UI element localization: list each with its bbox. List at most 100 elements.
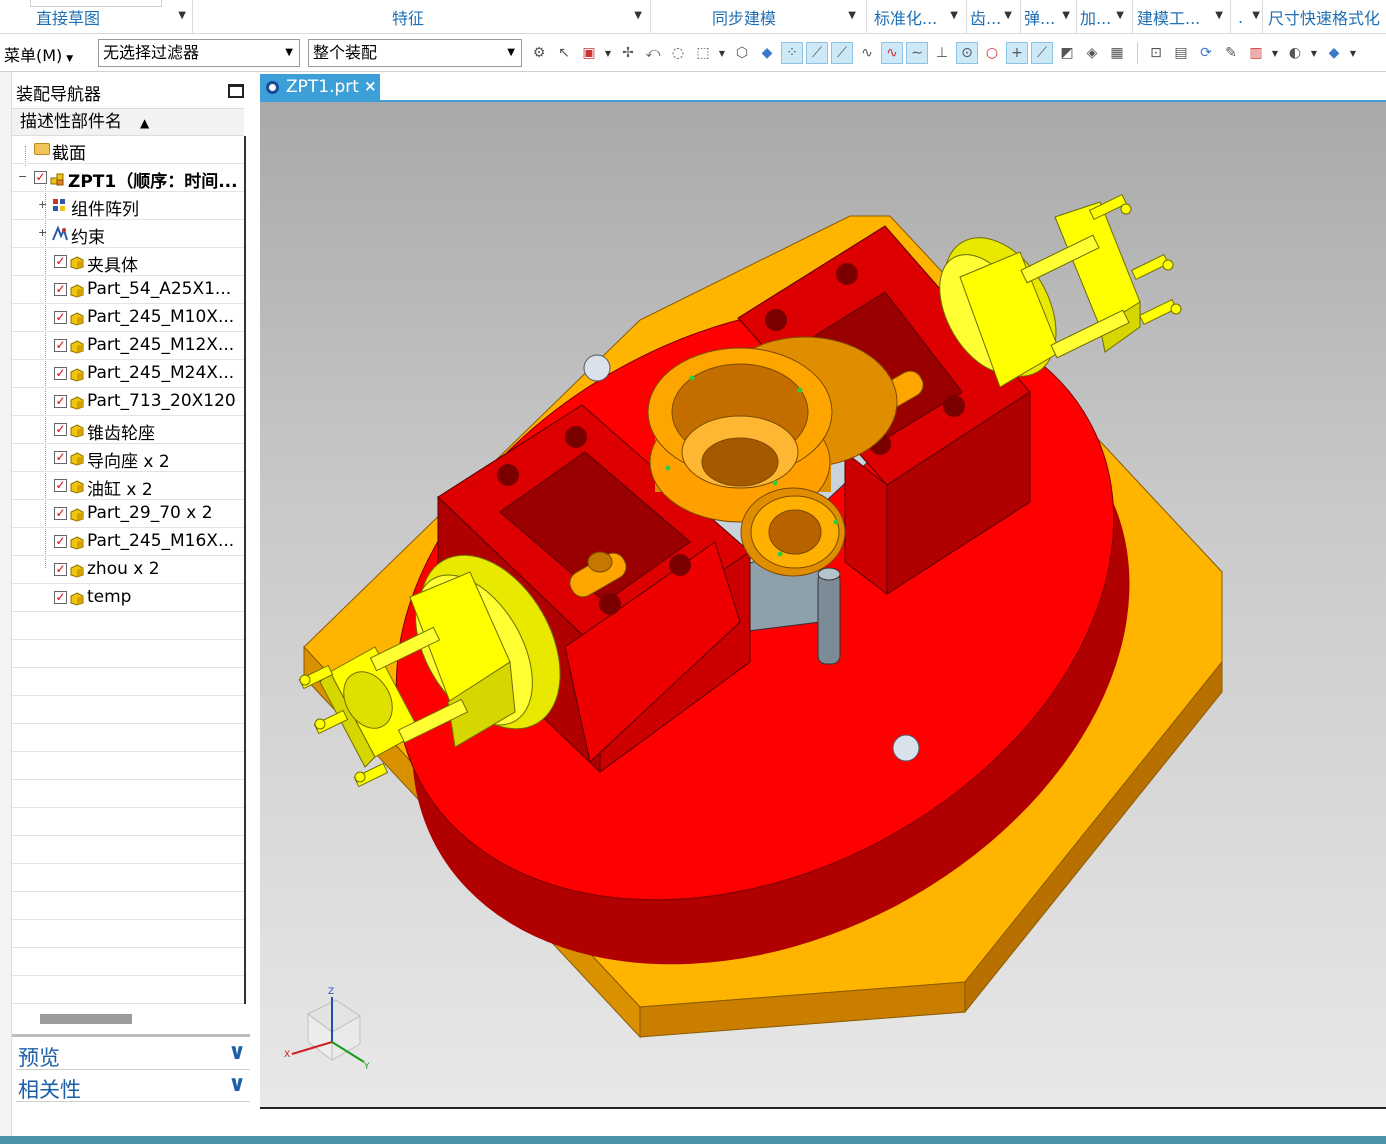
intersect-icon[interactable]: ⊥ bbox=[931, 42, 953, 64]
lasso-icon[interactable]: ◌ bbox=[667, 42, 689, 64]
chevron-down-icon[interactable]: ▼ bbox=[950, 10, 958, 21]
rotate-icon[interactable]: ⤺ bbox=[642, 42, 664, 64]
refresh-icon[interactable]: ⟳ bbox=[1195, 42, 1217, 64]
view-triad[interactable]: Z X Y bbox=[284, 987, 370, 1072]
tree-row-section[interactable]: 截面 bbox=[12, 136, 244, 164]
chevron-down-icon[interactable]: ▼ bbox=[1252, 10, 1260, 21]
ribbon-group-spring[interactable]: 弹... ▼ bbox=[1024, 0, 1076, 34]
cross-point-icon[interactable]: + bbox=[1006, 42, 1028, 64]
tree-row-part[interactable]: ✓ Part_54_A25X1... bbox=[12, 276, 244, 304]
ribbon-group-gear[interactable]: 齿... ▼ bbox=[970, 0, 1018, 34]
visibility-checkbox[interactable]: ✓ bbox=[54, 367, 67, 380]
column-header-part-name[interactable]: 描述性部件名 ▲ bbox=[12, 108, 244, 136]
visibility-checkbox[interactable]: ✓ bbox=[54, 339, 67, 352]
chevron-down-icon[interactable]: ▼ bbox=[1004, 10, 1012, 21]
chevron-down-icon[interactable]: ▼ bbox=[603, 42, 613, 64]
visibility-checkbox[interactable]: ✓ bbox=[54, 479, 67, 492]
tree-row-part[interactable]: ✓ Part_245_M12X... bbox=[12, 332, 244, 360]
tree-row-part[interactable]: ✓ Part_245_M24X... bbox=[12, 360, 244, 388]
chevron-down-icon[interactable]: ▼ bbox=[717, 42, 727, 64]
expand-icon[interactable]: + bbox=[38, 227, 47, 238]
render-icon[interactable]: ▤ bbox=[1170, 42, 1192, 64]
tree-row-part[interactable]: ✓ temp bbox=[12, 584, 244, 612]
view-fit-icon[interactable]: ⊡ bbox=[1145, 42, 1167, 64]
tab-zpt1[interactable]: ZPT1.prt × bbox=[260, 74, 380, 102]
visibility-checkbox[interactable]: ✓ bbox=[54, 395, 67, 408]
maximize-icon[interactable] bbox=[228, 84, 244, 98]
ribbon-group-direct-sketch[interactable]: 直接草图 ▼ bbox=[36, 0, 192, 34]
tree-row-part[interactable]: ✓ zhou x 2 bbox=[12, 556, 244, 584]
snap-icon[interactable]: ⚙ bbox=[528, 42, 550, 64]
solid-body-icon[interactable]: ⬡ bbox=[731, 42, 753, 64]
visibility-checkbox[interactable]: ✓ bbox=[34, 171, 47, 184]
expand-icon[interactable]: + bbox=[38, 199, 47, 210]
chevron-down-icon[interactable]: ∨ bbox=[228, 1040, 246, 1065]
edge-icon[interactable]: ⟋ bbox=[831, 42, 853, 64]
visibility-checkbox[interactable]: ✓ bbox=[54, 507, 67, 520]
cube-icon[interactable]: ◆ bbox=[756, 42, 778, 64]
spline-icon[interactable]: ∿ bbox=[881, 42, 903, 64]
move-icon[interactable]: ✢ bbox=[617, 42, 639, 64]
select-box-icon[interactable]: ▣ bbox=[578, 42, 600, 64]
selection-scope-dropdown[interactable]: 整个装配 ▼ bbox=[308, 39, 522, 67]
chevron-down-icon[interactable]: ▼ bbox=[848, 10, 856, 21]
chevron-down-icon[interactable]: ▼ bbox=[1215, 10, 1223, 21]
collapse-icon[interactable]: − bbox=[18, 171, 27, 182]
chevron-down-icon[interactable]: ∨ bbox=[228, 1072, 246, 1097]
tree-row-part[interactable]: ✓ 导向座 x 2 bbox=[12, 444, 244, 472]
grid-icon[interactable]: ▦ bbox=[1106, 42, 1128, 64]
wave-icon[interactable]: ∼ bbox=[906, 42, 928, 64]
visibility-checkbox[interactable]: ✓ bbox=[54, 255, 67, 268]
visibility-checkbox[interactable]: ✓ bbox=[54, 311, 67, 324]
paint-icon[interactable]: ✎ bbox=[1220, 42, 1242, 64]
dependencies-panel-header[interactable]: 相关性 ∨ bbox=[16, 1072, 250, 1102]
selection-filter-dropdown[interactable]: 无选择过滤器 ▼ bbox=[98, 39, 300, 67]
assembly-model[interactable]: Z X Y bbox=[260, 102, 1386, 1107]
ribbon-group-dimension-format[interactable]: 尺寸快速格式化 bbox=[1268, 0, 1386, 34]
ribbon-group-modeling-tools[interactable]: 建模工... ▼ bbox=[1137, 0, 1229, 34]
preview-panel-header[interactable]: 预览 ∨ bbox=[16, 1040, 250, 1070]
tree-row-constraints[interactable]: + 约束 bbox=[12, 220, 244, 248]
curve-icon[interactable]: ∿ bbox=[856, 42, 878, 64]
chevron-down-icon[interactable]: ▼ bbox=[1270, 42, 1280, 64]
ribbon-group-feature[interactable]: 特征 ▼ bbox=[392, 0, 648, 34]
tree-row-part[interactable]: ✓ Part_245_M16X... bbox=[12, 528, 244, 556]
visibility-checkbox[interactable]: ✓ bbox=[54, 591, 67, 604]
line-icon[interactable]: ⟋ bbox=[806, 42, 828, 64]
chevron-down-icon[interactable]: ▼ bbox=[178, 10, 186, 21]
plane-icon[interactable]: ◈ bbox=[1081, 42, 1103, 64]
rectangle-select-icon[interactable]: ⬚ bbox=[692, 42, 714, 64]
center-point-icon[interactable]: ⊙ bbox=[956, 42, 978, 64]
cube-view-icon[interactable]: ◆ bbox=[1323, 42, 1345, 64]
tree-row-part[interactable]: ✓ 油缸 x 2 bbox=[12, 472, 244, 500]
shade-icon[interactable]: ◐ bbox=[1284, 42, 1306, 64]
visibility-checkbox[interactable]: ✓ bbox=[54, 283, 67, 296]
close-icon[interactable]: × bbox=[364, 77, 377, 95]
tree-row-part[interactable]: ✓ 锥齿轮座 bbox=[12, 416, 244, 444]
circle-point-icon[interactable]: ○ bbox=[981, 42, 1003, 64]
ribbon-group-machining[interactable]: 加... ▼ bbox=[1080, 0, 1130, 34]
tree-row-part[interactable]: ✓ Part_29_70 x 2 bbox=[12, 500, 244, 528]
visibility-checkbox[interactable]: ✓ bbox=[54, 563, 67, 576]
visibility-checkbox[interactable]: ✓ bbox=[54, 423, 67, 436]
vertical-scrollbar[interactable] bbox=[244, 136, 246, 1004]
chevron-down-icon[interactable]: ▼ bbox=[1062, 10, 1070, 21]
horizontal-scrollbar-thumb[interactable] bbox=[40, 1014, 132, 1024]
shaft[interactable] bbox=[817, 567, 841, 665]
point-snap-icon[interactable]: ⁘ bbox=[781, 42, 803, 64]
ribbon-group-more[interactable]: . ▼ bbox=[1238, 0, 1262, 34]
tree-row-part[interactable]: ✓ 夹具体 bbox=[12, 248, 244, 276]
layout-icon[interactable]: ▥ bbox=[1245, 42, 1267, 64]
tree-row-assembly[interactable]: − ✓ ZPT1（顺序：时间... bbox=[12, 164, 244, 192]
visibility-checkbox[interactable]: ✓ bbox=[54, 535, 67, 548]
chevron-down-icon[interactable]: ▼ bbox=[1348, 42, 1358, 64]
graphics-viewport[interactable]: Z X Y bbox=[260, 102, 1386, 1107]
tree-row-part[interactable]: ✓ Part_713_20X120 bbox=[12, 388, 244, 416]
face-icon[interactable]: ◩ bbox=[1056, 42, 1078, 64]
chevron-down-icon[interactable]: ▼ bbox=[1116, 10, 1124, 21]
visibility-checkbox[interactable]: ✓ bbox=[54, 451, 67, 464]
select-arrow-icon[interactable]: ↖ bbox=[553, 42, 575, 64]
tree-row-component-array[interactable]: + 组件阵列 bbox=[12, 192, 244, 220]
ribbon-group-standardize[interactable]: 标准化... ▼ bbox=[874, 0, 964, 34]
menu-button[interactable]: 菜单(M) ▼ bbox=[4, 42, 73, 66]
